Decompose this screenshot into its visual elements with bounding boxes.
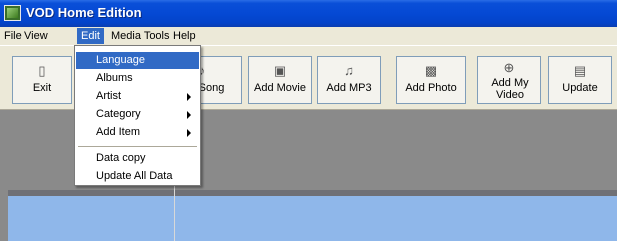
menu-item-category[interactable]: Category xyxy=(76,106,199,123)
update-button-label: Update xyxy=(562,82,598,94)
add-movie-button-label: Add Movie xyxy=(254,82,306,94)
photo-icon: ▩ xyxy=(424,63,438,78)
menu-item-update-all-data-label: Update All Data xyxy=(96,170,173,182)
menu-help[interactable]: Help xyxy=(169,28,200,44)
menu-bar: File View Edit Media Tools Help xyxy=(0,27,617,45)
menu-item-update-all-data[interactable]: Update All Data xyxy=(76,168,199,185)
menu-item-language-label: Language xyxy=(96,54,145,66)
menu-item-language[interactable]: Language xyxy=(76,52,199,69)
menu-view[interactable]: View xyxy=(20,28,52,44)
submenu-arrow-icon xyxy=(187,93,191,101)
exit-door-icon: ▯ xyxy=(38,63,46,78)
window-title: VOD Home Edition xyxy=(26,5,142,20)
title-bar: VOD Home Edition xyxy=(0,0,617,27)
update-icon: ▤ xyxy=(573,63,587,78)
vod-app-icon[interactable] xyxy=(4,5,21,21)
add-my-video-button-label: Add My Video xyxy=(491,77,529,101)
submenu-arrow-icon xyxy=(187,111,191,119)
add-my-video-button[interactable]: ⊕ Add My Video xyxy=(477,56,541,104)
menu-item-artist-label: Artist xyxy=(96,90,122,102)
add-photo-button[interactable]: ▩ Add Photo xyxy=(396,56,466,104)
update-button[interactable]: ▤ Update xyxy=(548,56,612,104)
content-panel-border xyxy=(8,190,617,196)
add-mp3-button-label: Add MP3 xyxy=(326,82,372,94)
menu-item-data-copy[interactable]: Data copy xyxy=(76,150,199,167)
submenu-arrow-icon xyxy=(187,129,191,137)
content-panel xyxy=(8,190,617,241)
menu-item-albums[interactable]: Albums xyxy=(76,70,199,87)
menu-item-add-item-label: Add Item xyxy=(96,126,141,138)
menu-item-add-item[interactable]: Add Item xyxy=(76,124,199,141)
menu-item-albums-label: Albums xyxy=(96,72,133,84)
menu-media-tools[interactable]: Media Tools xyxy=(107,28,174,44)
exit-button-label: Exit xyxy=(32,82,52,94)
menu-item-category-label: Category xyxy=(96,108,141,120)
exit-button[interactable]: ▯ Exit xyxy=(12,56,72,104)
edit-menu-dropdown: Language Albums Artist Category Add Item… xyxy=(74,45,201,186)
menu-edit[interactable]: Edit xyxy=(77,28,104,44)
add-movie-button[interactable]: ▣ Add Movie xyxy=(248,56,312,104)
add-mp3-button[interactable]: ♫ Add MP3 xyxy=(317,56,381,104)
menu-item-data-copy-label: Data copy xyxy=(96,152,146,164)
add-photo-button-label: Add Photo xyxy=(405,82,457,94)
my-video-icon: ⊕ xyxy=(503,60,515,75)
menu-separator xyxy=(78,146,197,147)
menu-item-artist[interactable]: Artist xyxy=(76,88,199,105)
mp3-icon: ♫ xyxy=(344,63,354,78)
movie-icon: ▣ xyxy=(273,63,287,78)
